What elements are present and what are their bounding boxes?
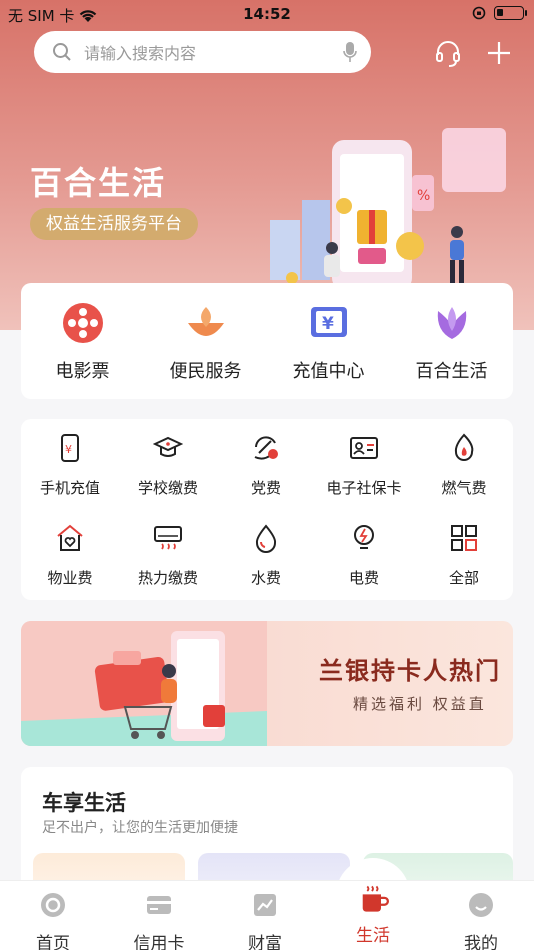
yuan-recharge-icon: ¥ [310,307,347,337]
quick-entry-convenience[interactable]: 便民服务 [144,301,267,383]
service-heating-fee[interactable]: 热力缴费 [119,523,217,588]
status-bar: 无 SIM 卡 14:52 [0,0,534,28]
rotation-lock-icon [472,6,486,20]
id-card-icon [350,437,378,459]
grid-icon [451,525,477,551]
shopping-cart-illustration [21,631,267,746]
tab-credit-card[interactable]: 信用卡 [106,891,212,950]
heater-icon [154,526,182,550]
add-icon[interactable] [486,40,512,66]
tab-life[interactable]: 生活 [320,885,426,946]
house-heart-icon [57,524,83,551]
party-fee-icon [254,436,278,460]
quick-entry-lily-life[interactable]: 百合生活 [390,301,513,383]
hero-title: 百合生活 [30,164,167,202]
shopping-illustration: % [270,128,506,290]
hero-subtitle-badge[interactable]: 权益生活服务平台 [30,208,198,240]
clock: 14:52 [243,5,291,23]
tab-wealth[interactable]: 财富 [212,891,318,950]
top-actions [434,40,512,68]
service-all[interactable]: 全部 [415,523,513,588]
microphone-icon[interactable] [343,41,357,63]
search-icon [53,43,71,61]
lily-flower-icon [437,307,466,339]
water-drop-icon [255,524,277,553]
quick-entry-recharge[interactable]: ¥ 充值中心 [267,301,390,383]
home-swirl-icon [41,893,65,917]
quick-entry-movie-ticket[interactable]: 电影票 [21,301,144,383]
section-subtitle: 足不出户，让您的生活更加便捷 [42,820,238,836]
graduation-cap-icon [152,436,184,457]
profile-face-icon [469,893,493,917]
tab-home[interactable]: 首页 [0,891,106,950]
services-card: ¥ 手机充值 学校缴费 党费 电子社保卡 燃气费 物业费 热力缴费 水费 电费 … [21,419,513,600]
service-phone-recharge[interactable]: ¥ 手机充值 [21,433,119,498]
section-title: 车享生活 [42,791,126,815]
quick-entry-card: 电影票 便民服务 ¥ 充值中心 百合生活 [21,283,513,399]
customer-service-icon[interactable] [434,40,462,68]
service-property-fee[interactable]: 物业费 [21,523,119,588]
promo-title: 兰银持卡人热门 [319,657,501,685]
promo-illustration-panel [21,621,267,746]
service-school-fee[interactable]: 学校缴费 [119,433,217,498]
wealth-chart-icon [254,894,276,916]
coffee-cup-icon [362,885,389,912]
promo-banner[interactable]: 兰银持卡人热门 精选福利 权益直 [21,621,513,746]
tab-bar: 首页 信用卡 财富 生活 我的 [0,880,534,950]
film-reel-icon [62,303,103,343]
svg-text:%: % [417,188,430,204]
svg-text:¥: ¥ [65,443,72,456]
promo-subtitle: 精选福利 权益直 [353,695,487,713]
service-water-fee[interactable]: 水费 [217,523,315,588]
phone-recharge-icon: ¥ [61,434,79,462]
service-social-security-card[interactable]: 电子社保卡 [315,433,413,498]
service-electricity-fee[interactable]: 电费 [315,523,413,588]
flame-icon [454,433,474,461]
lightbulb-icon [354,525,374,549]
search-input[interactable]: 请输入搜索内容 [84,40,343,64]
tab-profile[interactable]: 我的 [428,891,534,950]
search-bar[interactable]: 请输入搜索内容 [34,31,371,73]
service-gas-fee[interactable]: 燃气费 [415,433,513,498]
battery-icon [494,6,527,20]
lotus-bowl-icon [187,307,224,336]
service-party-fee[interactable]: 党费 [217,433,315,498]
svg-text:¥: ¥ [322,314,334,334]
credit-card-icon [147,896,171,914]
